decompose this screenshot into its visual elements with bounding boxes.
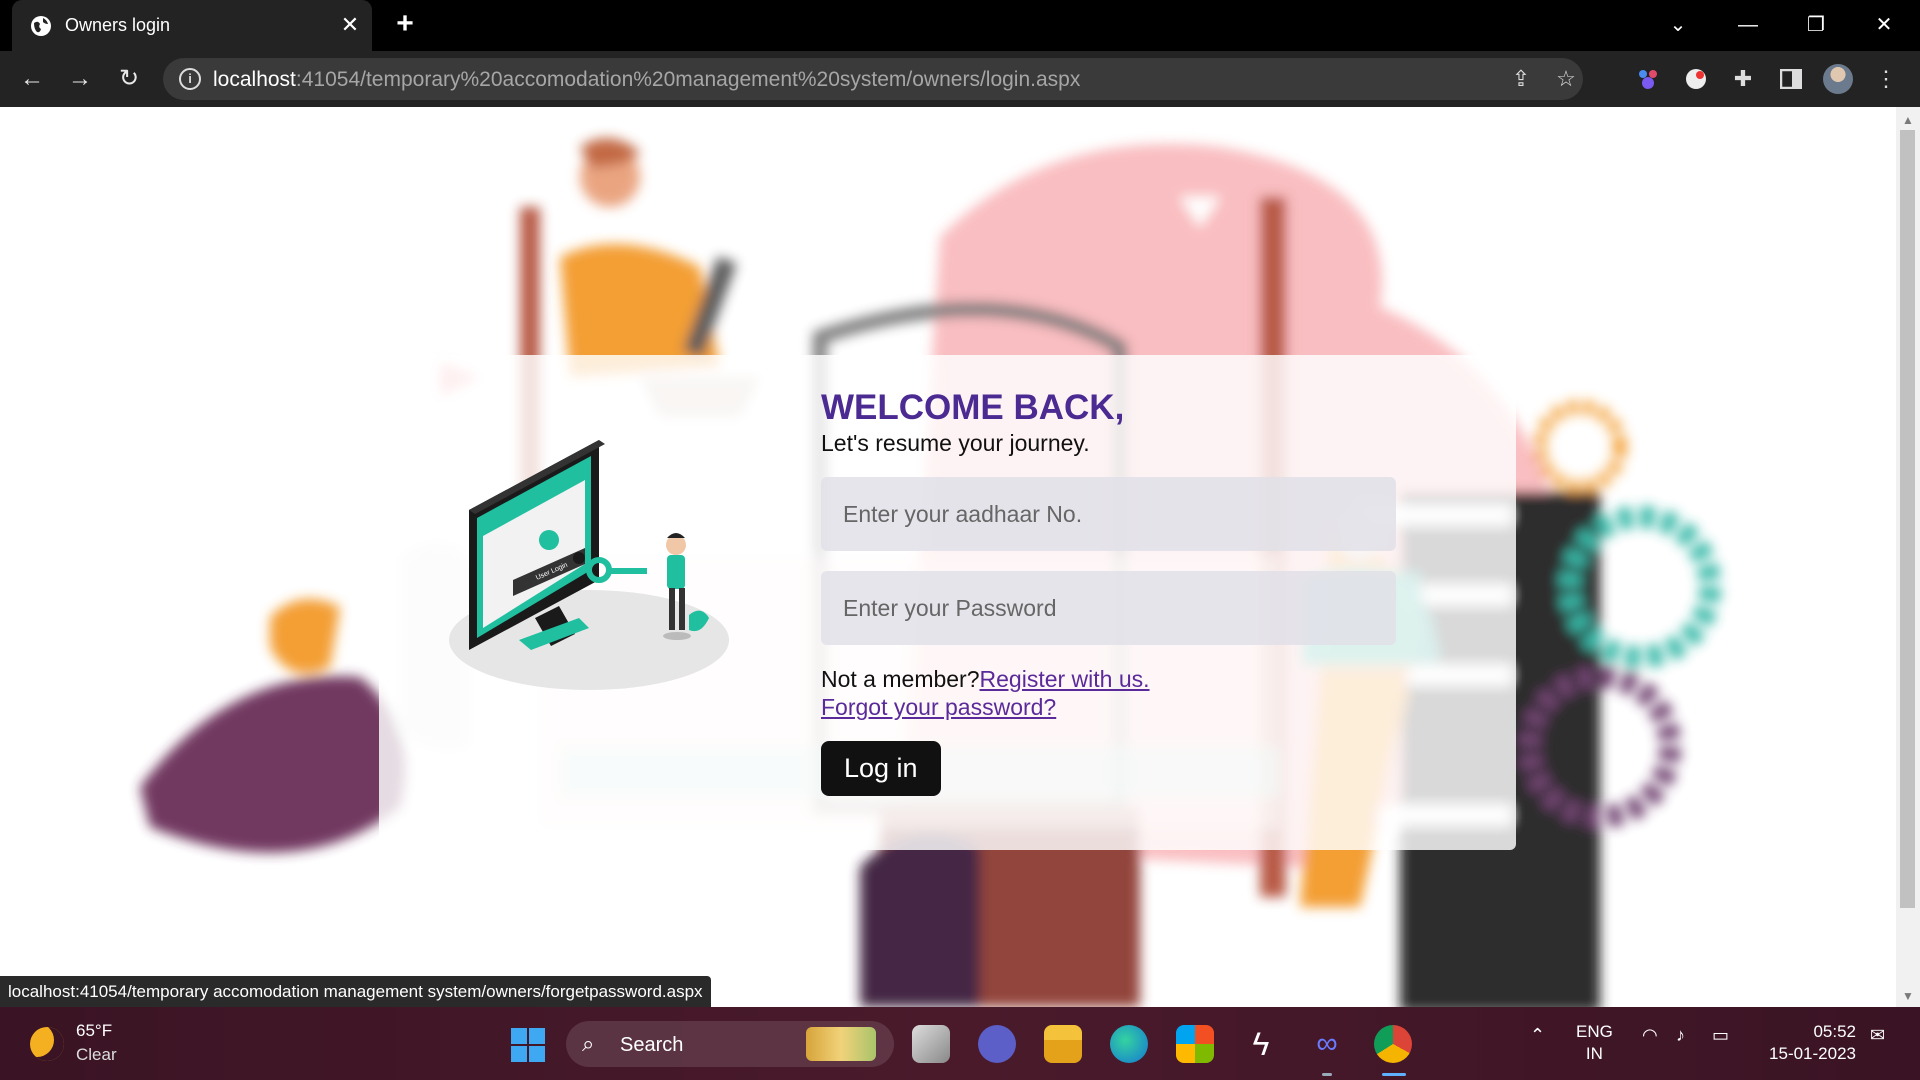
scrollbar-thumb[interactable]: [1900, 130, 1915, 908]
tab-close-button[interactable]: ✕: [337, 12, 363, 38]
welcome-heading: WELCOME BACK,: [821, 388, 1125, 427]
tab-strip: Owners login ✕ + ⌄ — ❐ ✕: [0, 0, 1920, 51]
running-indicator: [1322, 1073, 1332, 1076]
login-form: WELCOME BACK, Let's resume your journey.…: [821, 387, 1401, 796]
globe-icon: [31, 16, 51, 36]
active-indicator: [1382, 1073, 1406, 1076]
region-code: IN: [1585, 1044, 1603, 1063]
login-card: User Login WELCOME BACK, Let's resume yo…: [379, 355, 1516, 850]
browser-tab[interactable]: Owners login ✕: [12, 0, 372, 51]
tray-overflow-icon[interactable]: ⌃: [1530, 1025, 1545, 1046]
forgot-password-link[interactable]: Forgot your password?: [821, 694, 1056, 720]
welcome-subtitle: Let's resume your journey.: [821, 430, 1090, 456]
notifications-icon[interactable]: ✉: [1870, 1025, 1885, 1046]
clock[interactable]: 05:52 15-01-2023: [1760, 1021, 1856, 1065]
search-label: Search: [620, 1034, 684, 1056]
scroll-up-icon[interactable]: ▲: [1900, 112, 1916, 128]
url-host: localhost: [213, 68, 296, 91]
menu-kebab-icon[interactable]: ⋮: [1870, 63, 1902, 95]
extensions-puzzle-icon[interactable]: ✚: [1727, 63, 1759, 95]
share-icon[interactable]: ⇪: [1508, 66, 1534, 92]
windows-taskbar: 65°F Clear ⌕ Search ϟ ∞ ⌃ ENG IN ◠ ♪ ▭ 0…: [0, 1007, 1920, 1080]
form-links: Not a member?Register with us. Forgot yo…: [821, 665, 1401, 721]
start-windows-icon[interactable]: [511, 1028, 545, 1062]
profile-avatar[interactable]: [1823, 64, 1853, 94]
reload-icon[interactable]: ↻: [113, 63, 145, 95]
login-button[interactable]: Log in: [821, 741, 941, 796]
aadhaar-input[interactable]: [821, 477, 1396, 551]
chrome-icon[interactable]: [1374, 1025, 1412, 1063]
visual-studio-icon[interactable]: ∞: [1308, 1025, 1346, 1063]
link-status-bar: localhost:41054/temporary accomodation m…: [0, 976, 711, 1007]
weather-temperature[interactable]: 65°F: [76, 1021, 112, 1041]
forward-icon[interactable]: →: [64, 63, 96, 95]
search-icon: ⌕: [582, 1031, 595, 1056]
clock-time: 05:52: [1813, 1022, 1856, 1041]
side-panel-icon[interactable]: [1775, 63, 1807, 95]
user-login-illustration: User Login: [449, 440, 729, 690]
restore-button[interactable]: ❐: [1796, 8, 1836, 42]
task-view-icon[interactable]: [912, 1025, 950, 1063]
back-icon[interactable]: ←: [16, 63, 48, 95]
new-tab-button[interactable]: +: [390, 9, 420, 40]
url-path: :41054/temporary%20accomodation%20manage…: [295, 68, 1081, 91]
wifi-icon[interactable]: ◠: [1642, 1025, 1658, 1046]
teams-chat-icon[interactable]: [978, 1025, 1016, 1063]
browser-toolbar: ← → ↻ i localhost:41054/temporary%20acco…: [0, 51, 1920, 107]
extension-chat-icon[interactable]: [1680, 63, 1712, 95]
moon-icon[interactable]: [30, 1027, 64, 1061]
site-info-icon[interactable]: i: [179, 68, 201, 90]
language-code: ENG: [1576, 1022, 1613, 1041]
tab-title: Owners login: [65, 15, 171, 35]
address-bar[interactable]: i localhost:41054/temporary%20accomodati…: [163, 58, 1583, 100]
scroll-down-icon[interactable]: ▼: [1900, 988, 1916, 1004]
password-input[interactable]: [821, 571, 1396, 645]
lightning-app-icon[interactable]: ϟ: [1242, 1025, 1280, 1063]
minimize-button[interactable]: —: [1728, 8, 1768, 42]
not-member-text: Not a member?: [821, 666, 980, 692]
page-viewport: User Login WELCOME BACK, Let's resume yo…: [0, 107, 1896, 1007]
close-window-button[interactable]: ✕: [1864, 8, 1904, 42]
taskbar-search[interactable]: ⌕ Search: [566, 1021, 894, 1067]
bookmark-star-icon[interactable]: ☆: [1553, 66, 1579, 92]
clock-date: 15-01-2023: [1769, 1044, 1856, 1063]
edge-browser-icon[interactable]: [1110, 1025, 1148, 1063]
register-link[interactable]: Register with us.: [980, 666, 1150, 692]
language-indicator[interactable]: ENG IN: [1576, 1021, 1613, 1065]
volume-icon[interactable]: ♪: [1676, 1025, 1685, 1046]
battery-icon[interactable]: ▭: [1712, 1025, 1729, 1046]
microsoft-store-icon[interactable]: [1176, 1025, 1214, 1063]
tab-search-button[interactable]: ⌄: [1658, 8, 1698, 42]
url-text[interactable]: localhost:41054/temporary%20accomodation…: [213, 68, 1080, 92]
extension-paw-icon[interactable]: [1632, 63, 1664, 95]
file-explorer-icon[interactable]: [1044, 1025, 1082, 1063]
search-highlight-image: [806, 1027, 876, 1061]
weather-description[interactable]: Clear: [76, 1045, 117, 1065]
